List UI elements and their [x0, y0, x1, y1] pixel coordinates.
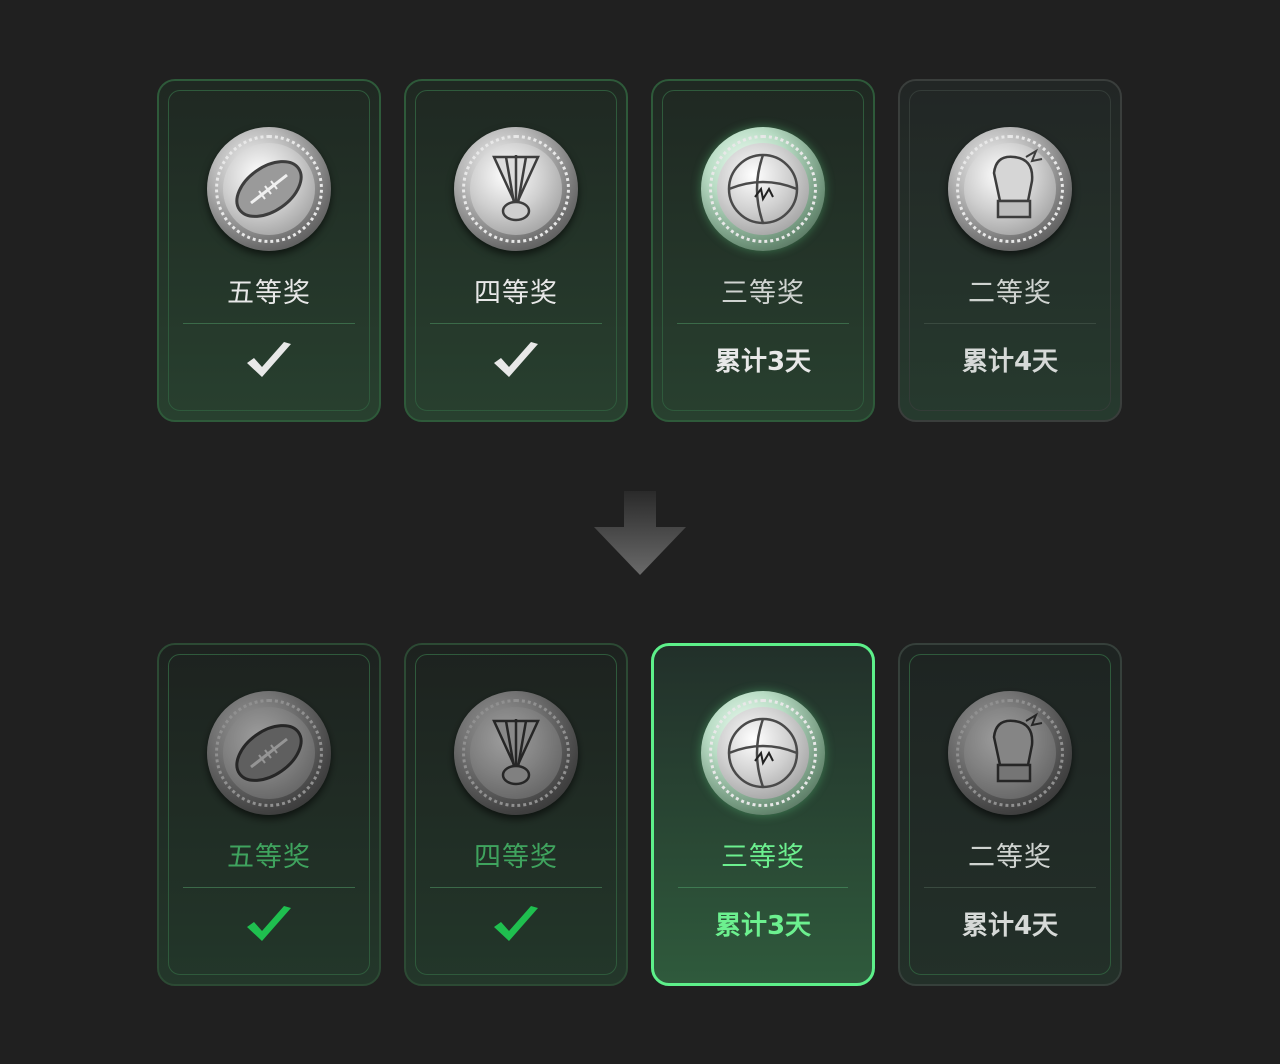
badminton-coin-icon — [454, 127, 578, 251]
football-coin-icon — [207, 691, 331, 815]
arrow-down-icon — [594, 491, 686, 575]
prize-title: 三等奖 — [721, 278, 805, 309]
prize-card-second[interactable]: 二等奖 累计4天 — [898, 79, 1122, 422]
boxing-glove-coin-icon — [948, 127, 1072, 251]
prize-title: 二等奖 — [968, 842, 1052, 873]
boxing-glove-coin-icon — [948, 691, 1072, 815]
divider — [183, 323, 355, 324]
divider — [678, 887, 848, 888]
progress-days-label: 累计4天 — [961, 347, 1059, 377]
prize-title: 五等奖 — [227, 842, 311, 873]
prize-title: 五等奖 — [227, 278, 311, 309]
divider — [183, 887, 355, 888]
prize-title: 三等奖 — [721, 842, 805, 873]
progress-days-label: 累计3天 — [714, 911, 812, 941]
check-icon — [494, 342, 538, 377]
divider — [924, 323, 1096, 324]
prize-title: 二等奖 — [968, 278, 1052, 309]
divider — [924, 887, 1096, 888]
progress-days-label: 累计4天 — [961, 911, 1059, 941]
prize-card-third-current[interactable]: 三等奖 累计3天 — [651, 643, 875, 986]
prize-card-second[interactable]: 二等奖 累计4天 — [898, 643, 1122, 986]
divider — [677, 323, 849, 324]
check-icon — [247, 906, 291, 941]
prize-title: 四等奖 — [474, 278, 558, 309]
basketball-coin-icon — [701, 127, 825, 251]
basketball-coin-icon — [701, 691, 825, 815]
prize-card-fourth[interactable]: 四等奖 — [404, 643, 628, 986]
prize-title: 四等奖 — [474, 842, 558, 873]
progress-days-label: 累计3天 — [714, 347, 812, 377]
prize-card-fifth[interactable]: 五等奖 — [157, 79, 381, 422]
divider — [430, 887, 602, 888]
divider — [430, 323, 602, 324]
football-coin-icon — [207, 127, 331, 251]
prize-row-after: 五等奖 四等奖 三等奖 累计3天 二等奖 累计4天 — [157, 643, 1123, 986]
badminton-coin-icon — [454, 691, 578, 815]
prize-row-before: 五等奖 四等奖 三等奖 累计3天 二等奖 累计4天 — [157, 79, 1123, 422]
check-icon — [494, 906, 538, 941]
check-icon — [247, 342, 291, 377]
prize-card-fifth[interactable]: 五等奖 — [157, 643, 381, 986]
prize-card-third[interactable]: 三等奖 累计3天 — [651, 79, 875, 422]
prize-card-fourth[interactable]: 四等奖 — [404, 79, 628, 422]
